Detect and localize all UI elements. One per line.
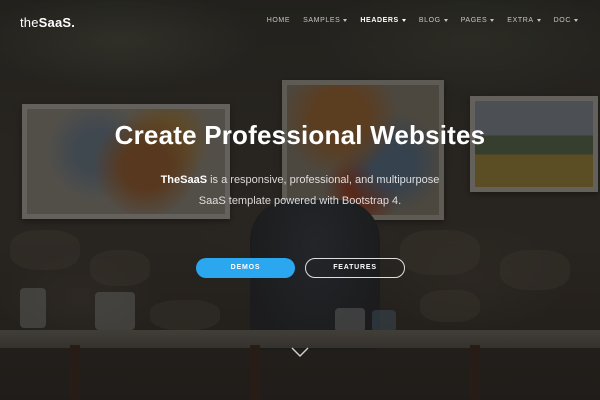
nav-item-label: HOME	[266, 17, 291, 24]
nav-item-label: HEADERS	[360, 17, 399, 24]
nav-item-extra[interactable]: EXTRA	[507, 17, 541, 24]
hero-lead: TheSaaS is a responsive, professional, a…	[0, 170, 600, 212]
nav-item-blog[interactable]: BLOG	[419, 17, 448, 24]
nav-menu: HOME SAMPLES HEADERS BLOG PAGES EXTRA DO…	[254, 17, 578, 24]
nav-item-pages[interactable]: PAGES	[461, 17, 495, 24]
brand-name: SaaS.	[38, 15, 76, 30]
demos-button[interactable]: DEMOS	[196, 258, 295, 278]
caret-down-icon	[536, 19, 541, 22]
caret-down-icon	[574, 19, 578, 22]
nav-item-samples[interactable]: SAMPLES	[303, 17, 348, 24]
brand-logo[interactable]: theSaaS.	[20, 15, 75, 30]
nav-item-label: SAMPLES	[303, 17, 341, 24]
caret-down-icon	[343, 19, 348, 22]
caret-down-icon	[443, 19, 448, 22]
hero-lead-line1: is a responsive, professional, and multi…	[207, 174, 440, 186]
nav-item-label: DOC	[553, 17, 571, 24]
features-button[interactable]: FEATURES	[305, 258, 405, 278]
hero-title: Create Professional Websites	[114, 120, 486, 150]
nav-item-home[interactable]: HOME	[267, 17, 290, 24]
nav-item-label: PAGES	[460, 17, 488, 24]
nav-item-label: EXTRA	[507, 17, 534, 24]
brand-prefix: the	[20, 15, 39, 30]
navbar: theSaaS. HOME SAMPLES HEADERS BLOG PAGES…	[0, 0, 600, 44]
nav-item-label: BLOG	[418, 17, 441, 24]
nav-item-headers[interactable]: HEADERS	[360, 17, 406, 24]
caret-down-icon	[490, 19, 495, 22]
caret-down-icon	[401, 19, 406, 22]
hero-lead-brand: TheSaaS	[160, 174, 208, 186]
hero-lead-line2: SaaS template powered with Bootstrap 4.	[198, 195, 402, 207]
nav-item-doc[interactable]: DOC	[554, 17, 578, 24]
chevron-down-icon[interactable]	[290, 346, 310, 358]
